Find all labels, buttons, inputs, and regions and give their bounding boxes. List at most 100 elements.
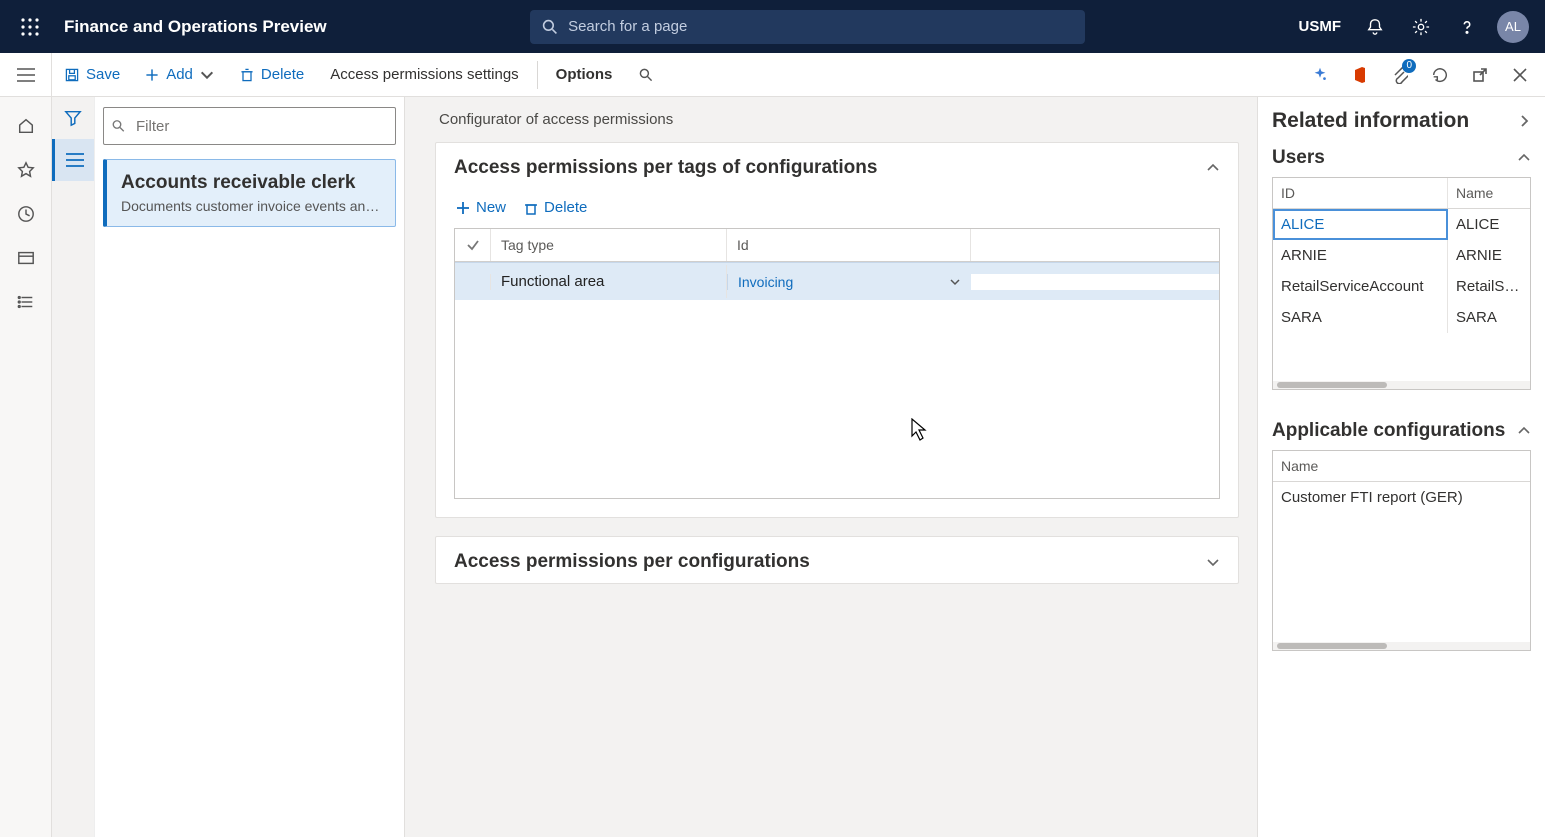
- help-icon: [1458, 18, 1476, 36]
- row-selector[interactable]: [455, 274, 491, 290]
- funnel-icon: [64, 109, 82, 127]
- tags-grid: Tag type Id Functional area Invoicing: [454, 228, 1220, 499]
- configs-section-header[interactable]: Applicable configurations: [1272, 420, 1531, 442]
- delete-label: Delete: [261, 66, 304, 83]
- cell-tag-type[interactable]: Functional area: [491, 265, 727, 298]
- table-row[interactable]: ALICE ALICE: [1273, 209, 1530, 240]
- global-search-input[interactable]: [568, 18, 1073, 35]
- command-search-button[interactable]: [626, 53, 666, 96]
- list-panel: Accounts receivable clerk Documents cust…: [94, 97, 404, 837]
- workspace-icon: [17, 249, 35, 267]
- col-config-name[interactable]: Name: [1273, 451, 1530, 481]
- breadcrumb: Configurator of access permissions: [435, 111, 1239, 128]
- cell-id-dropdown[interactable]: Invoicing: [727, 274, 971, 290]
- delete-button[interactable]: Delete: [227, 53, 316, 96]
- horizontal-scrollbar[interactable]: [1273, 642, 1530, 650]
- col-user-id[interactable]: ID: [1273, 178, 1448, 208]
- hamburger-menu[interactable]: [16, 68, 36, 82]
- col-tag-type[interactable]: Tag type: [491, 229, 727, 261]
- list-column: Accounts receivable clerk Documents cust…: [52, 97, 405, 837]
- separator: [537, 61, 538, 89]
- cell-user-id: ALICE: [1273, 209, 1448, 240]
- add-button[interactable]: Add: [132, 53, 227, 96]
- refresh-icon: [1431, 66, 1449, 84]
- filter-view-button[interactable]: [52, 97, 94, 139]
- cell-user-id: SARA: [1273, 302, 1448, 333]
- users-section-header[interactable]: Users: [1272, 147, 1531, 169]
- close-button[interactable]: [1501, 56, 1539, 94]
- office-button[interactable]: [1341, 56, 1379, 94]
- list-item-desc: Documents customer invoice events and …: [121, 198, 381, 214]
- check-icon: [466, 238, 480, 252]
- card-title: Access permissions per tags of configura…: [454, 157, 877, 179]
- cell-user-name: ARNIE: [1448, 240, 1530, 271]
- related-info-title: Related information: [1272, 109, 1469, 133]
- save-icon: [64, 67, 80, 83]
- rail-modules[interactable]: [5, 281, 47, 323]
- cell-user-name: RetailServ: [1448, 271, 1530, 302]
- gear-icon: [1412, 18, 1430, 36]
- list-item-title: Accounts receivable clerk: [121, 172, 381, 194]
- help-button[interactable]: [1445, 5, 1489, 49]
- save-button[interactable]: Save: [52, 53, 132, 96]
- horizontal-scrollbar[interactable]: [1273, 381, 1530, 389]
- trash-icon: [239, 67, 255, 83]
- grid-empty-area: [455, 300, 1219, 498]
- table-row[interactable]: SARA SARA: [1273, 302, 1530, 333]
- list-filter-input[interactable]: [103, 107, 396, 145]
- user-avatar[interactable]: AL: [1497, 11, 1529, 43]
- navigation-rail: [0, 97, 52, 837]
- company-label[interactable]: USMF: [1289, 18, 1352, 35]
- refresh-button[interactable]: [1421, 56, 1459, 94]
- close-icon: [1513, 68, 1527, 82]
- configs-title: Applicable configurations: [1272, 420, 1505, 442]
- copilot-button[interactable]: [1301, 56, 1339, 94]
- access-permissions-settings-link[interactable]: Access permissions settings: [316, 53, 532, 96]
- search-icon: [542, 19, 558, 35]
- global-search[interactable]: [530, 10, 1085, 44]
- card-header[interactable]: Access permissions per configurations: [436, 537, 1238, 583]
- cell-user-name: SARA: [1448, 302, 1530, 333]
- settings-button[interactable]: [1399, 5, 1443, 49]
- rail-recent[interactable]: [5, 193, 47, 235]
- list-mode-strip: [52, 97, 94, 837]
- table-row[interactable]: Customer FTI report (GER): [1273, 482, 1530, 513]
- search-icon: [638, 67, 654, 83]
- grid-delete-button[interactable]: Delete: [518, 193, 593, 222]
- options-tab[interactable]: Options: [542, 53, 627, 96]
- col-id[interactable]: Id: [727, 229, 971, 261]
- office-icon: [1352, 66, 1368, 84]
- lines-icon: [66, 153, 84, 167]
- attachments-button[interactable]: 0: [1381, 56, 1419, 94]
- bell-icon: [1366, 18, 1384, 36]
- table-row[interactable]: Functional area Invoicing: [455, 262, 1219, 300]
- rail-workspaces[interactable]: [5, 237, 47, 279]
- grid-select-all[interactable]: [455, 229, 491, 261]
- list-item[interactable]: Accounts receivable clerk Documents cust…: [103, 159, 396, 227]
- table-row[interactable]: ARNIE ARNIE: [1273, 240, 1530, 271]
- popout-button[interactable]: [1461, 56, 1499, 94]
- cell-user-id: RetailServiceAccount: [1273, 271, 1448, 302]
- add-label: Add: [166, 66, 193, 83]
- notifications-button[interactable]: [1353, 5, 1397, 49]
- access-per-tags-card: Access permissions per tags of configura…: [435, 142, 1239, 518]
- home-icon: [17, 117, 35, 135]
- chevron-right-icon[interactable]: [1517, 114, 1531, 128]
- col-user-name[interactable]: Name: [1448, 178, 1530, 208]
- cell-id-value: Invoicing: [738, 274, 793, 290]
- grid-new-label: New: [476, 199, 506, 216]
- card-header[interactable]: Access permissions per tags of configura…: [436, 143, 1238, 189]
- chevron-down-icon: [1206, 555, 1220, 569]
- rail-home[interactable]: [5, 105, 47, 147]
- plus-icon: [456, 201, 470, 215]
- chevron-up-icon: [1206, 161, 1220, 175]
- plus-icon: [144, 67, 160, 83]
- related-info-pane: Related information Users ID Name ALICE …: [1257, 97, 1545, 837]
- top-bar: Finance and Operations Preview USMF AL: [0, 0, 1545, 53]
- waffle-button[interactable]: [10, 7, 50, 47]
- table-row[interactable]: RetailServiceAccount RetailServ: [1273, 271, 1530, 302]
- grid-new-button[interactable]: New: [450, 193, 512, 222]
- cell-config-name: Customer FTI report (GER): [1273, 482, 1530, 513]
- list-view-button[interactable]: [52, 139, 94, 181]
- rail-favorites[interactable]: [5, 149, 47, 191]
